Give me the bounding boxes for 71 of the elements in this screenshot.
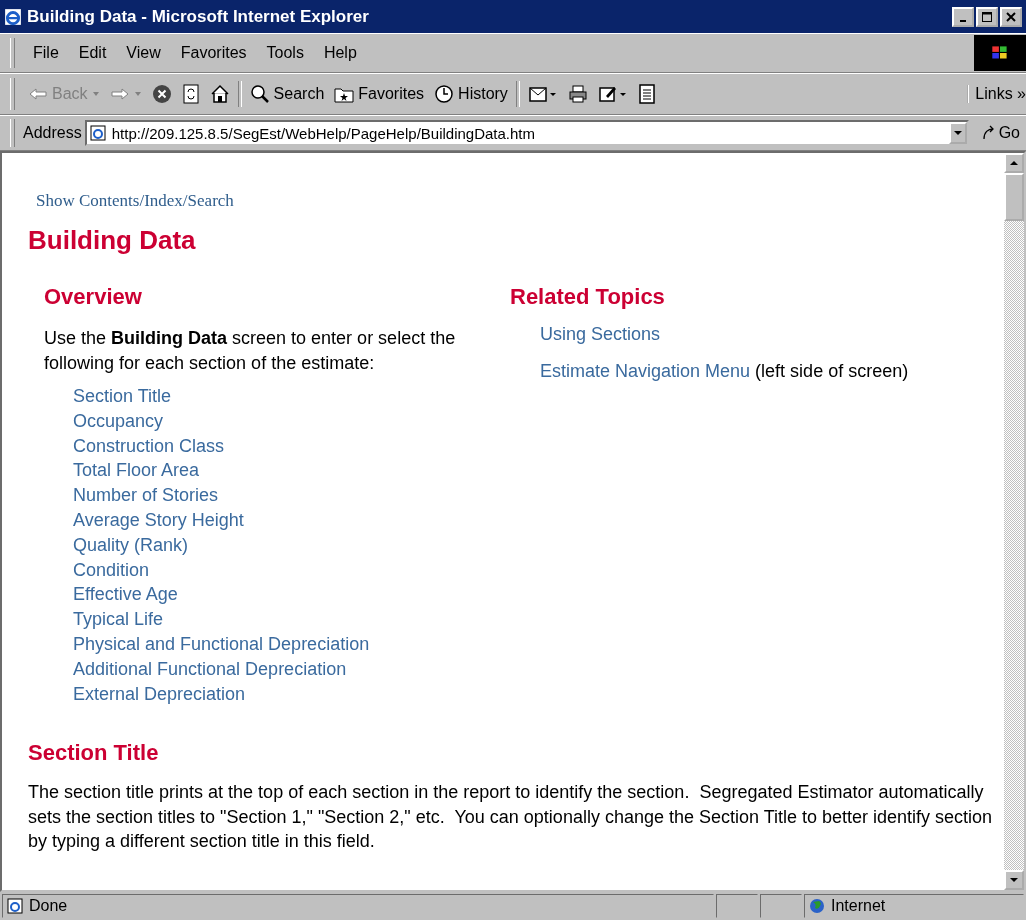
address-field[interactable]: http://209.125.8.5/SegEst/WebHelp/PageHelp/BuildingData.htm bbox=[84, 120, 969, 146]
menu-item[interactable]: Tools bbox=[256, 44, 314, 62]
topic-link[interactable]: Number of Stories bbox=[73, 483, 219, 508]
menu-item[interactable]: File bbox=[23, 44, 69, 62]
window-title: Building Data - Microsoft Internet Explorer bbox=[27, 6, 370, 27]
related-topics-heading: Related Topics bbox=[510, 284, 666, 310]
maximize-button[interactable] bbox=[976, 6, 998, 27]
topic-link[interactable]: Section Title bbox=[73, 384, 172, 409]
clock-icon bbox=[434, 84, 455, 104]
menu-item[interactable]: Help bbox=[313, 44, 367, 62]
menu-item[interactable]: Favorites bbox=[170, 44, 257, 62]
related-link[interactable]: Estimate Navigation Menu bbox=[540, 361, 751, 381]
topic-link[interactable]: Additional Functional Depreciation bbox=[73, 656, 347, 682]
search-icon bbox=[249, 84, 270, 104]
history-button[interactable]: History bbox=[429, 84, 513, 104]
down-arrow-icon bbox=[1010, 876, 1018, 884]
show-contents-link[interactable]: Show Contents/Index/Search bbox=[36, 191, 234, 211]
menu-item[interactable]: View bbox=[116, 44, 171, 62]
refresh-icon bbox=[181, 84, 200, 104]
scroll-thumb[interactable] bbox=[1004, 173, 1024, 221]
note-text: (left side of screen) bbox=[755, 361, 909, 381]
topic-link[interactable]: Effective Age bbox=[73, 582, 178, 608]
search-button[interactable]: Search bbox=[244, 84, 330, 104]
close-icon bbox=[1006, 11, 1016, 22]
topic-link[interactable]: Condition bbox=[73, 557, 150, 583]
left-arrow-icon bbox=[28, 86, 48, 102]
mail-icon bbox=[527, 84, 558, 104]
topic-link[interactable]: Occupancy bbox=[73, 408, 164, 434]
status-text: Done bbox=[29, 897, 68, 915]
home-icon bbox=[209, 84, 230, 104]
topic-link[interactable]: Typical Life bbox=[73, 607, 164, 632]
related-link[interactable]: Using Sections bbox=[540, 324, 661, 344]
overview-heading: Overview bbox=[44, 284, 143, 310]
windows-logo bbox=[974, 35, 1026, 71]
page-icon bbox=[7, 898, 23, 914]
zone-text: Internet bbox=[831, 897, 886, 915]
caret-icon bbox=[133, 90, 142, 98]
favorites-button[interactable]: Favorites bbox=[329, 85, 430, 103]
go-button[interactable]: Go bbox=[968, 124, 1026, 142]
address-label: Address bbox=[23, 124, 82, 142]
folder-star-icon bbox=[334, 85, 355, 103]
minimize-icon bbox=[960, 19, 966, 22]
edit-icon bbox=[597, 84, 628, 104]
right-arrow-icon bbox=[109, 86, 130, 102]
globe-icon bbox=[809, 898, 825, 914]
dropdown-button[interactable] bbox=[948, 122, 967, 144]
up-arrow-icon bbox=[1010, 159, 1018, 167]
caret-icon bbox=[953, 129, 962, 137]
caret-icon bbox=[91, 90, 100, 98]
stop-icon bbox=[151, 84, 172, 104]
menu-item[interactable]: Edit bbox=[68, 44, 117, 62]
page-title: Building Data bbox=[28, 225, 197, 256]
topic-link[interactable]: Total Floor Area bbox=[73, 458, 200, 484]
overview-text: Use the Building Data screen to enter or select the following for each section of the estimate: bbox=[44, 327, 457, 375]
links-button[interactable]: Links » bbox=[967, 85, 1026, 103]
page-icon bbox=[89, 125, 106, 141]
section-text: The section title prints at the top of each section in the report to identify the section. Segregated Estimator automatically sets the section titles to "Section 1," "Section 2," etc. You can optionally change the Section Title to better identify section by typing a different section title in this field. bbox=[28, 781, 994, 854]
topic-link[interactable]: Quality (Rank) bbox=[73, 532, 189, 558]
scroll-up-button[interactable] bbox=[1004, 153, 1024, 173]
close-button[interactable] bbox=[1000, 6, 1022, 27]
minimize-button[interactable] bbox=[952, 6, 974, 27]
topic-link[interactable]: Average Story Height bbox=[73, 508, 244, 533]
topic-link[interactable]: Physical and Functional Depreciation bbox=[73, 631, 370, 657]
printer-icon bbox=[567, 84, 588, 104]
topic-link[interactable]: Construction Class bbox=[73, 433, 225, 459]
browser-icon bbox=[4, 7, 22, 26]
section-heading: Section Title bbox=[28, 740, 160, 767]
document-icon bbox=[637, 84, 656, 104]
scroll-down-button[interactable] bbox=[1004, 870, 1024, 890]
topic-link[interactable]: External Depreciation bbox=[73, 681, 246, 707]
maximize-icon bbox=[982, 11, 992, 22]
